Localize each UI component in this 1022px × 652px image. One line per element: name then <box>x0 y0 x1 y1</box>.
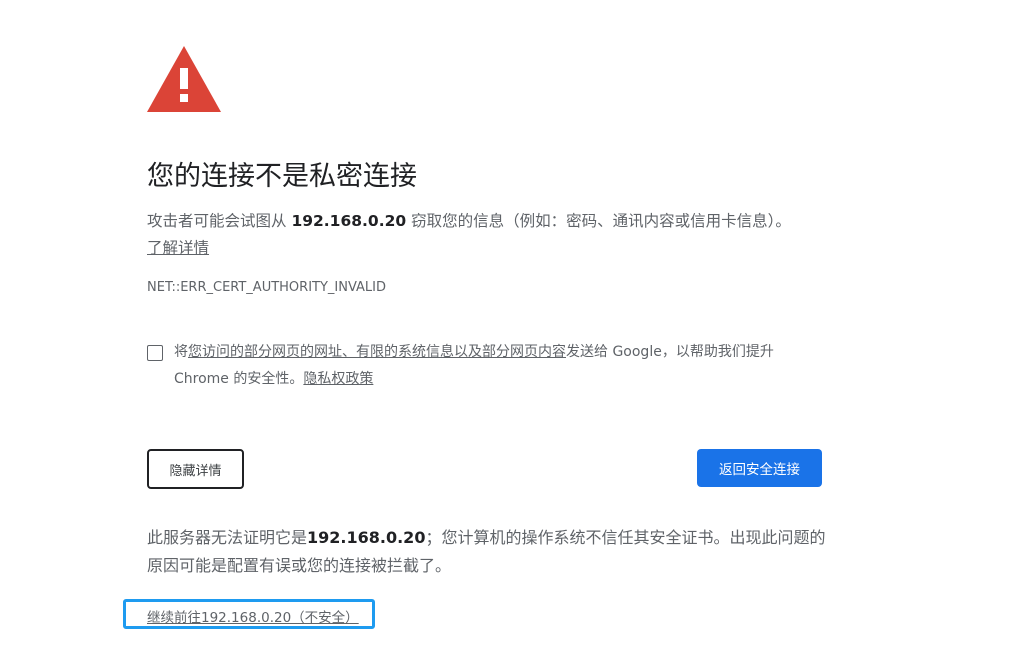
proceed-unsafe-link[interactable]: 继续前往192.168.0.20（不安全） <box>147 606 359 626</box>
safe-browsing-optin: 将您访问的部分网页的网址、有限的系统信息以及部分网页内容发送给 Google，以… <box>147 339 827 393</box>
optin-data-link[interactable]: 您访问的部分网页的网址、有限的系统信息以及部分网页内容 <box>188 344 566 360</box>
host-name: 192.168.0.20 <box>291 212 407 230</box>
back-to-safety-button[interactable]: 返回安全连接 <box>697 449 822 487</box>
main-message: 攻击者可能会试图从 192.168.0.20 窃取您的信息（例如：密码、通讯内容… <box>147 208 797 262</box>
proceed-link-highlight: 继续前往192.168.0.20（不安全） <box>123 599 375 629</box>
optin-checkbox[interactable] <box>147 345 163 361</box>
details-message: 此服务器无法证明它是192.168.0.20；您计算机的操作系统不信任其安全证书… <box>147 524 837 580</box>
optin-prefix: 将 <box>174 344 188 360</box>
details-host-name: 192.168.0.20 <box>307 528 426 547</box>
main-message-suffix: 窃取您的信息（例如：密码、通讯内容或信用卡信息）。 <box>406 212 791 230</box>
page-title: 您的连接不是私密连接 <box>147 161 417 192</box>
details-prefix: 此服务器无法证明它是 <box>147 528 308 547</box>
privacy-policy-link[interactable]: 隐私权政策 <box>303 371 373 387</box>
hide-details-button[interactable]: 隐藏详情 <box>147 449 244 489</box>
learn-more-link[interactable]: 了解详情 <box>147 239 209 257</box>
interstitial-page: 您的连接不是私密连接 攻击者可能会试图从 192.168.0.20 窃取您的信息… <box>0 0 1022 652</box>
optin-text: 将您访问的部分网页的网址、有限的系统信息以及部分网页内容发送给 Google，以… <box>174 339 827 393</box>
error-code: NET::ERR_CERT_AUTHORITY_INVALID <box>147 280 387 295</box>
main-message-prefix: 攻击者可能会试图从 <box>147 212 292 230</box>
warning-triangle-icon <box>147 46 221 112</box>
